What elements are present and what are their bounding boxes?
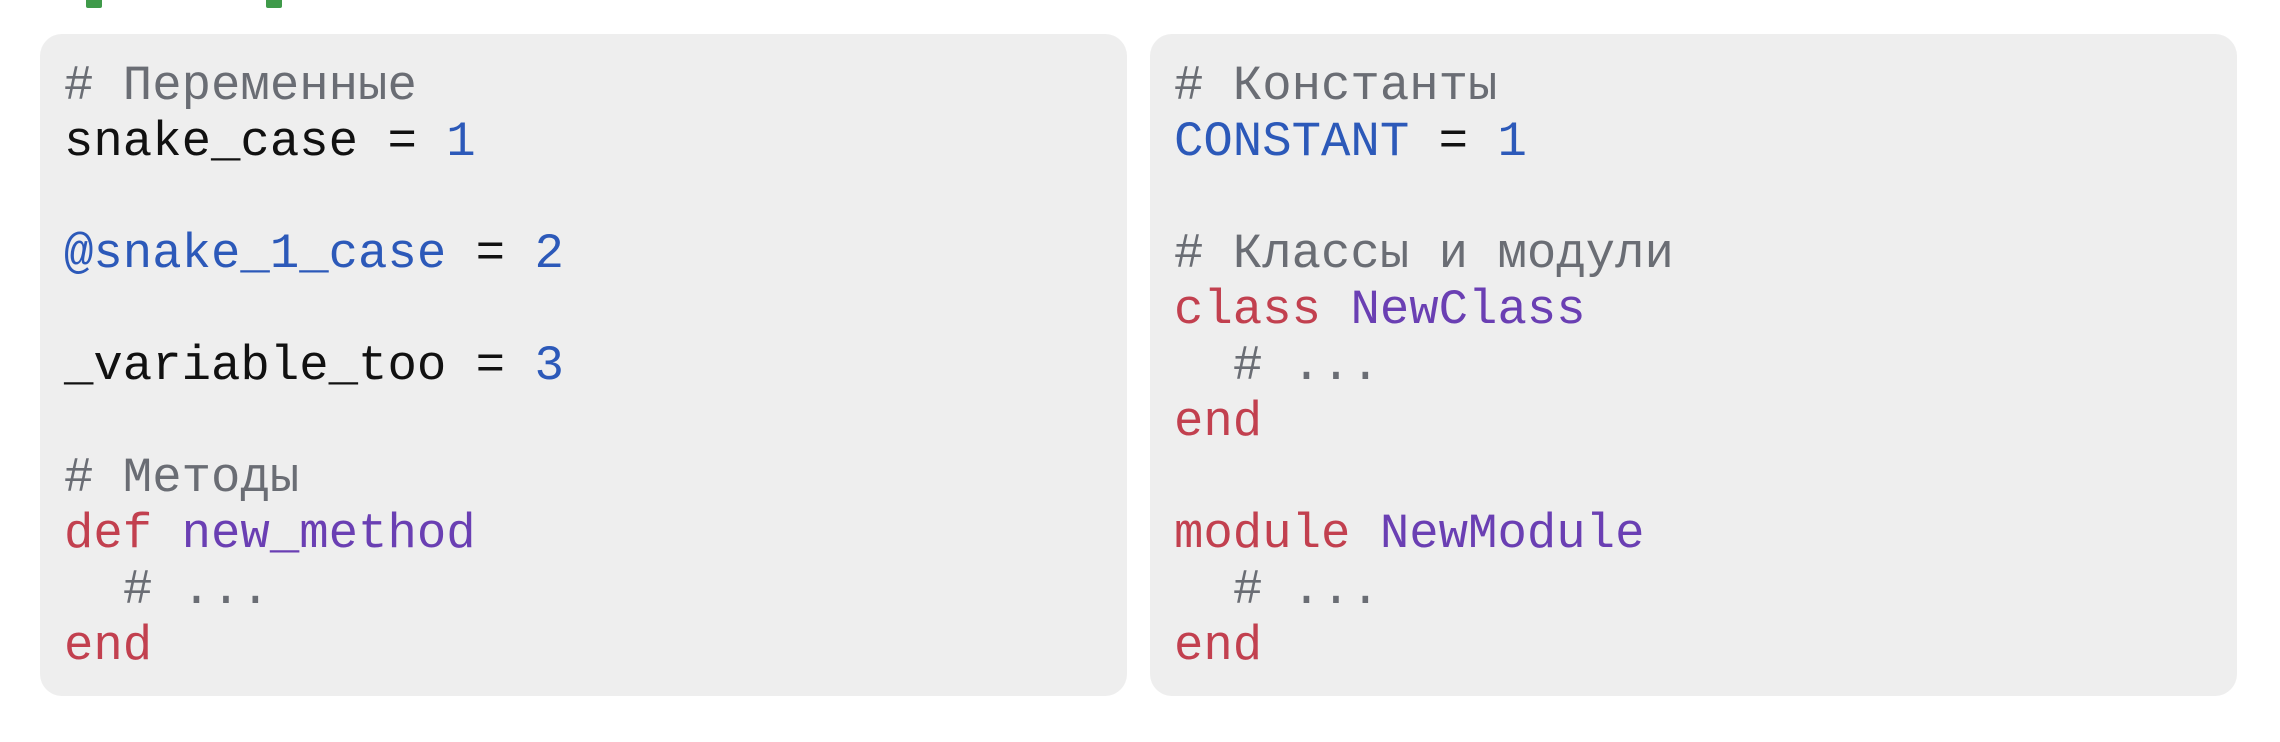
- method-body-comment: # ...: [123, 562, 271, 618]
- module-keyword: module: [1174, 506, 1351, 562]
- code-line: end: [1174, 394, 2237, 450]
- heading-underline-accent-left: [86, 0, 102, 8]
- code-line: @snake_1_case = 2: [64, 226, 1127, 282]
- assign-operator: =: [358, 114, 447, 170]
- number-literal: 3: [534, 338, 564, 394]
- module-body-comment: # ...: [1233, 562, 1381, 618]
- assign-operator: =: [446, 226, 535, 282]
- code-block-constants-classes: # Константы CONSTANT = 1 # Классы и моду…: [1150, 34, 2237, 696]
- end-keyword: end: [1174, 618, 1263, 674]
- end-keyword: end: [1174, 394, 1263, 450]
- code-line: # ...: [1174, 562, 2237, 618]
- snake-case-identifier: snake_case: [64, 114, 359, 170]
- number-literal: 1: [1497, 114, 1527, 170]
- def-keyword: def: [64, 506, 153, 562]
- code-line: _variable_too = 3: [64, 338, 1127, 394]
- underscore-variable-identifier: _variable_too: [64, 338, 447, 394]
- code-line: # Методы: [64, 450, 1127, 506]
- code-block-variables-methods: # Переменные snake_case = 1 @snake_1_cas…: [40, 34, 1127, 696]
- assign-operator: =: [1409, 114, 1498, 170]
- method-name: new_method: [181, 506, 476, 562]
- comment-constants: # Константы: [1174, 58, 1498, 114]
- end-keyword: end: [64, 618, 153, 674]
- assign-operator: =: [446, 338, 535, 394]
- code-line: # Константы: [1174, 58, 2237, 114]
- code-line: # ...: [1174, 338, 2237, 394]
- code-line: module NewModule: [1174, 506, 2237, 562]
- code-line: snake_case = 1: [64, 114, 1127, 170]
- code-line: class NewClass: [1174, 282, 2237, 338]
- code-line: def new_method: [64, 506, 1127, 562]
- class-body-comment: # ...: [1233, 338, 1381, 394]
- number-literal: 1: [446, 114, 476, 170]
- heading-underline-accent-right: [266, 0, 282, 8]
- constant-identifier: CONSTANT: [1174, 114, 1410, 170]
- class-keyword: class: [1174, 282, 1322, 338]
- comment-methods: # Методы: [64, 450, 300, 506]
- code-line: end: [1174, 618, 2237, 674]
- number-literal: 2: [534, 226, 564, 282]
- code-line: # Переменные: [64, 58, 1127, 114]
- instance-variable-identifier: @snake_1_case: [64, 226, 447, 282]
- code-line: # ...: [64, 562, 1127, 618]
- comment-classes-modules: # Классы и модули: [1174, 226, 1674, 282]
- module-name: NewModule: [1379, 506, 1645, 562]
- code-line: end: [64, 618, 1127, 674]
- comment-variables: # Переменные: [64, 58, 417, 114]
- class-name: NewClass: [1350, 282, 1586, 338]
- code-line: CONSTANT = 1: [1174, 114, 2237, 170]
- code-line: # Классы и модули: [1174, 226, 2237, 282]
